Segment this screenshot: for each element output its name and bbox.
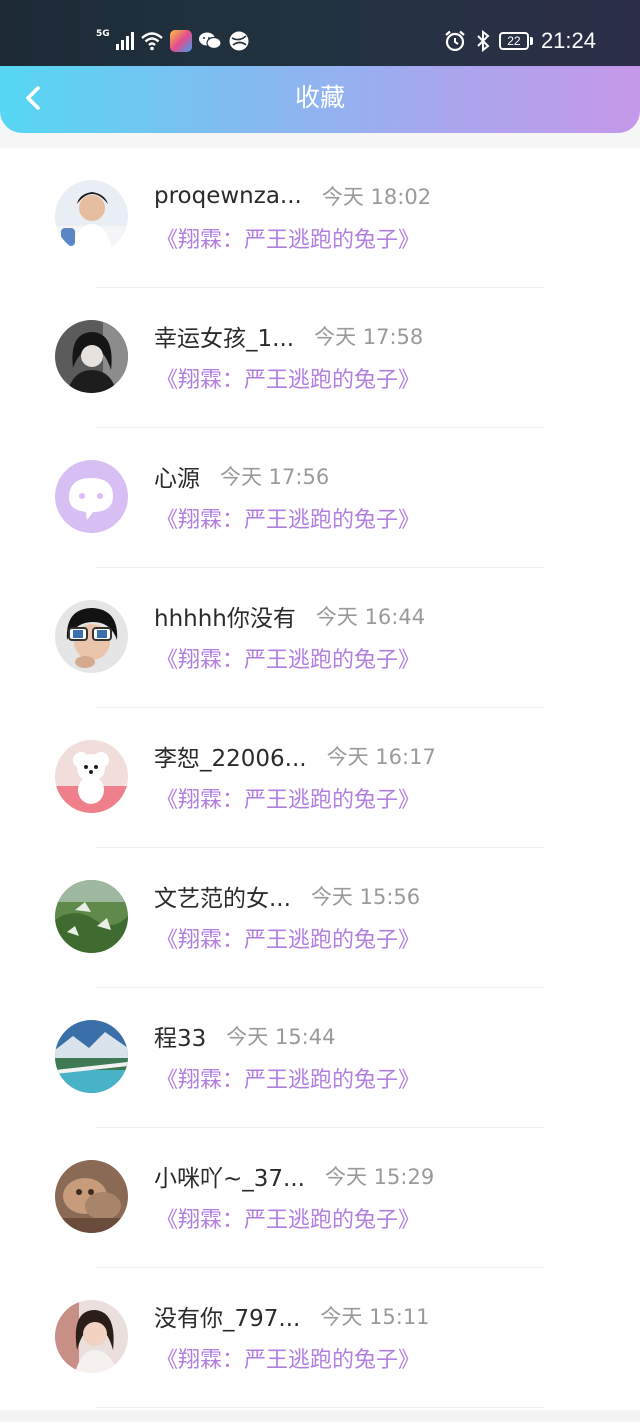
list-item[interactable]: 程33 今天 15:44 《翔霖：严王逃跑的兔子》 (0, 988, 640, 1128)
name-line: 没有你_797... 今天 15:11 (154, 1298, 430, 1334)
browser-icon (229, 31, 249, 51)
user-name: 小咪吖~_37... (154, 1166, 305, 1192)
user-name: hhhhh你没有 (154, 606, 296, 632)
favorite-title[interactable]: 《翔霖：严王逃跑的兔子》 (156, 362, 420, 394)
battery-level: 22 (498, 32, 529, 50)
user-name: 心源 (154, 466, 200, 492)
favorite-title[interactable]: 《翔霖：严王逃跑的兔子》 (156, 922, 420, 954)
timestamp: 今天 15:11 (320, 1305, 430, 1329)
timestamp: 今天 16:44 (315, 605, 426, 629)
list-item[interactable]: 文艺范的女... 今天 15:56 《翔霖：严王逃跑的兔子》 (0, 848, 640, 988)
list-item[interactable]: 幸运女孩_1... 今天 17:58 《翔霖：严王逃跑的兔子》 (0, 288, 640, 428)
user-name: 幸运女孩_1... (154, 326, 295, 352)
name-line: 程33 今天 15:44 (154, 1018, 335, 1054)
name-line: 心源 今天 17:56 (154, 458, 329, 494)
user-name: 文艺范的女... (154, 886, 291, 912)
timestamp: 今天 18:02 (321, 185, 432, 209)
name-line: 幸运女孩_1... 今天 17:58 (154, 318, 423, 354)
avatar[interactable] (55, 1300, 128, 1373)
wifi-icon (140, 32, 163, 51)
page-title: 收藏 (294, 83, 345, 112)
name-line: hhhhh你没有 今天 16:44 (154, 598, 425, 634)
user-name: 没有你_797... (154, 1306, 301, 1332)
bottom-edge (0, 1410, 640, 1422)
alarm-icon (445, 30, 465, 52)
network-type: 5G (96, 29, 110, 39)
user-name: proqewnza... (154, 183, 302, 209)
favorite-title[interactable]: 《翔霖：严王逃跑的兔子》 (156, 782, 420, 814)
user-name: 程33 (154, 1026, 207, 1052)
timestamp: 今天 15:56 (310, 885, 421, 909)
status-left: 5G (96, 28, 250, 54)
favorite-title[interactable]: 《翔霖：严王逃跑的兔子》 (156, 642, 420, 674)
timestamp: 今天 15:29 (324, 1165, 435, 1189)
favorite-title[interactable]: 《翔霖：严王逃跑的兔子》 (156, 1342, 420, 1374)
favorite-title[interactable]: 《翔霖：严王逃跑的兔子》 (156, 502, 420, 534)
favorites-list: proqewnza... 今天 18:02 《翔霖：严王逃跑的兔子》 幸运女孩_… (0, 148, 640, 1422)
avatar[interactable] (55, 880, 128, 953)
timestamp: 今天 15:44 (226, 1025, 336, 1049)
bluetooth-icon (477, 29, 490, 53)
default-chat-icon (55, 460, 128, 533)
battery-icon: 22 (498, 32, 533, 50)
avatar[interactable] (55, 320, 128, 393)
status-right: 22 21:24 (443, 26, 596, 56)
user-name: 李恕_22006... (154, 746, 307, 772)
list-item[interactable]: hhhhh你没有 今天 16:44 《翔霖：严王逃跑的兔子》 (0, 568, 640, 708)
timestamp: 今天 17:56 (220, 465, 330, 489)
name-line: 文艺范的女... 今天 15:56 (154, 878, 420, 914)
avatar[interactable] (55, 740, 128, 813)
signal-icon (115, 32, 134, 50)
favorite-title[interactable]: 《翔霖：严王逃跑的兔子》 (156, 222, 420, 254)
list-item[interactable]: proqewnza... 今天 18:02 《翔霖：严王逃跑的兔子》 (0, 148, 640, 288)
list-item[interactable]: 没有你_797... 今天 15:11 《翔霖：严王逃跑的兔子》 (0, 1268, 640, 1408)
avatar[interactable] (55, 1160, 128, 1233)
avatar[interactable] (55, 1020, 128, 1093)
wechat-icon (198, 32, 222, 50)
avatar[interactable] (55, 180, 128, 253)
name-line: 李恕_22006... 今天 16:17 (154, 738, 436, 774)
name-line: proqewnza... 今天 18:02 (154, 178, 431, 214)
name-line: 小咪吖~_37... 今天 15:29 (154, 1158, 434, 1194)
list-item[interactable]: 小咪吖~_37... 今天 15:29 《翔霖：严王逃跑的兔子》 (0, 1128, 640, 1268)
avatar[interactable] (55, 460, 128, 533)
list-item[interactable]: 李恕_22006... 今天 16:17 《翔霖：严王逃跑的兔子》 (0, 708, 640, 848)
divider (96, 1407, 544, 1408)
favorite-title[interactable]: 《翔霖：严王逃跑的兔子》 (156, 1062, 420, 1094)
avatar[interactable] (55, 600, 128, 673)
header-bar: 收藏 (0, 66, 640, 133)
favorite-title[interactable]: 《翔霖：严王逃跑的兔子》 (156, 1202, 420, 1234)
timestamp: 今天 16:17 (326, 745, 436, 769)
app-icon (169, 30, 192, 52)
clock: 21:24 (540, 28, 596, 53)
list-item[interactable]: 心源 今天 17:56 《翔霖：严王逃跑的兔子》 (0, 428, 640, 568)
timestamp: 今天 17:58 (314, 325, 424, 349)
